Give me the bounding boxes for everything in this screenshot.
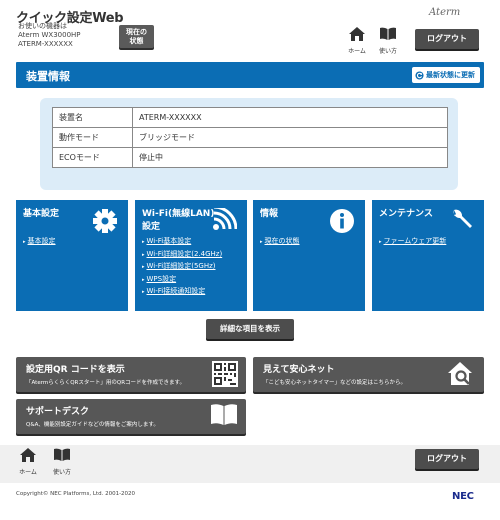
logout-button[interactable]: ログアウト (415, 29, 479, 49)
shortcut-description: 「AtermらくらくQRスタート」用のQRコードを作成できます。 (26, 380, 185, 386)
device-name: ATERM-XXXXXX (18, 40, 73, 48)
card-title: 基本設定 (23, 209, 60, 219)
card-basic-settings: 基本設定 基本設定 (16, 200, 128, 311)
book-icon (54, 448, 70, 461)
section-header: 装置情報 最新状態に更新 (16, 62, 484, 88)
section-title: 装置情報 (26, 70, 70, 83)
copyright: Copyright© NEC Platforms, Ltd. 2001-2020 (16, 491, 136, 497)
aterm-logo: Aterm (429, 7, 461, 18)
card-title: Wi-Fi(無線LAN) 設定 (142, 209, 215, 232)
link-basic-settings[interactable]: 基本設定 (23, 236, 56, 249)
howto-nav-button[interactable]: 使い方 (376, 26, 400, 55)
card-links: 基本設定 (23, 236, 56, 249)
shortcut-title: サポートデスク (26, 407, 90, 417)
card-title: 情報 (260, 209, 279, 219)
show-details-button[interactable]: 詳細な項目を表示 (206, 319, 294, 339)
wifi-icon (213, 208, 237, 230)
header: クイック設定Web お使いの機器は Aterm WX3000HP ATERM-X… (0, 0, 500, 55)
table-row: ECOモード 停止中 (52, 147, 448, 168)
card-information: 情報 現在の状態 (253, 200, 365, 311)
footer-home-button[interactable]: ホーム (16, 447, 40, 476)
footer-logout-button[interactable]: ログアウト (415, 449, 479, 469)
device-info-caption: お使いの機器は Aterm WX3000HP ATERM-XXXXXX (18, 22, 81, 49)
table-row: 動作モード ブリッジモード (52, 127, 448, 148)
shortcut-title: 設定用QR コードを表示 (26, 365, 125, 375)
home-icon (349, 27, 365, 41)
book-icon (211, 404, 237, 425)
card-wifi-settings: Wi-Fi(無線LAN) 設定 Wi-Fi基本設定 Wi-Fi詳細設定(2.4G… (135, 200, 247, 311)
shortcut-description: Q&A、機能別設定ガイドなどの情報をご案内します。 (26, 422, 159, 428)
device-model: Aterm WX3000HP (18, 31, 81, 39)
current-status-button[interactable]: 現在の 状態 (119, 25, 154, 48)
link-wifi-5ghz[interactable]: Wi-Fi詳細設定(5GHz) (142, 261, 222, 274)
link-wifi-notify[interactable]: Wi-Fi接続通知設定 (142, 286, 222, 299)
book-icon (380, 27, 396, 40)
footer-nav: ホーム 使い方 ログアウト (0, 445, 500, 483)
card-links: Wi-Fi基本設定 Wi-Fi詳細設定(2.4GHz) Wi-Fi詳細設定(5G… (142, 236, 223, 299)
gear-icon (93, 209, 117, 233)
link-wps[interactable]: WPS設定 (142, 274, 222, 287)
support-desk-button[interactable]: サポートデスク Q&A、機能別設定ガイドなどの情報をご案内します。 (16, 399, 246, 434)
device-info-table: 装置名 ATERM-XXXXXX 動作モード ブリッジモード ECOモード 停止中 (52, 107, 448, 168)
card-links: 現在の状態 (260, 236, 300, 249)
link-firmware-update[interactable]: ファームウェア更新 (379, 236, 447, 249)
qr-code-icon (212, 361, 238, 387)
home-icon (20, 448, 36, 462)
home-nav-button[interactable]: ホーム (345, 26, 369, 55)
refresh-icon (415, 70, 424, 80)
wrench-icon (453, 209, 472, 228)
device-caption: お使いの機器は (18, 22, 67, 30)
qr-code-button[interactable]: 設定用QR コードを表示 「AtermらくらくQRスタート」用のQRコードを作成… (16, 357, 246, 392)
card-title: メンテナンス (379, 209, 433, 219)
link-wifi-24ghz[interactable]: Wi-Fi詳細設定(2.4GHz) (142, 249, 223, 262)
link-current-status[interactable]: 現在の状態 (260, 236, 300, 249)
nec-logo: NEC (452, 491, 474, 502)
table-row: 装置名 ATERM-XXXXXX (52, 107, 448, 128)
link-wifi-basic[interactable]: Wi-Fi基本設定 (142, 236, 222, 249)
shortcut-description: 「こども安心ネットタイマー」などの設定はこちらから。 (263, 380, 407, 386)
shortcut-title: 見えて安心ネット (263, 365, 335, 375)
device-info-panel: 装置名 ATERM-XXXXXX 動作モード ブリッジモード ECOモード 停止中 (40, 98, 458, 190)
mieru-anshin-net-button[interactable]: 見えて安心ネット 「こども安心ネットタイマー」などの設定はこちらから。 (253, 357, 484, 392)
home-search-icon (448, 362, 472, 385)
info-icon (330, 209, 354, 233)
refresh-button[interactable]: 最新状態に更新 (412, 67, 480, 83)
card-links: ファームウェア更新 (379, 236, 447, 249)
card-maintenance: メンテナンス ファームウェア更新 (372, 200, 484, 311)
footer-howto-button[interactable]: 使い方 (50, 447, 74, 476)
